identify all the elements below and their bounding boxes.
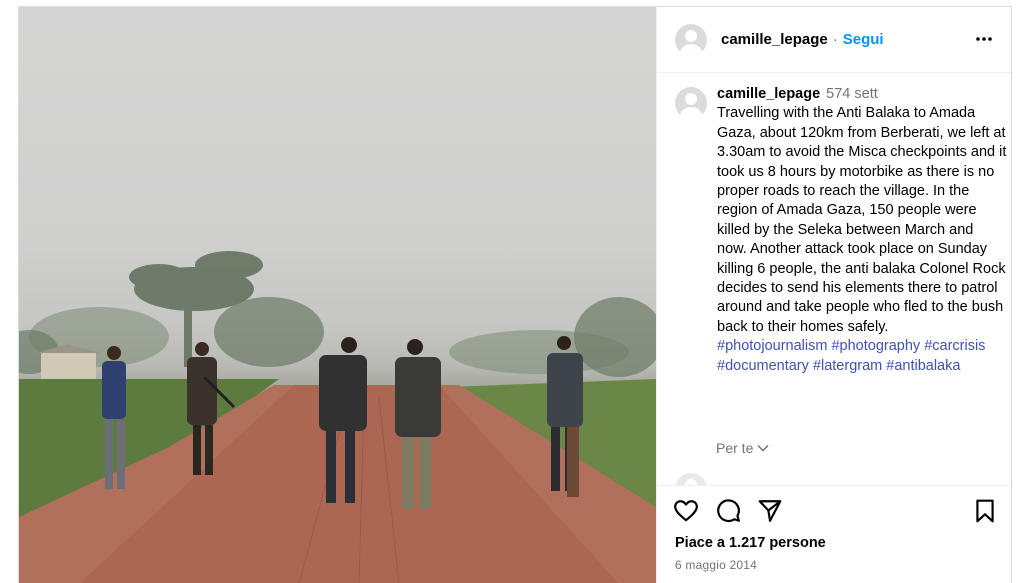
post-frame: camille_lepage · Segui camille_lepage 574… [18, 6, 1012, 583]
hashtag-link[interactable]: #carcrisis [924, 338, 985, 354]
more-horizontal-icon[interactable] [974, 29, 994, 49]
hashtag-link[interactable]: #latergram [813, 358, 882, 374]
person-5 [547, 336, 583, 497]
caption-text: Travelling with the Anti Balaka to Amada… [717, 105, 1007, 335]
avatar[interactable] [675, 23, 707, 56]
chevron-down-icon [757, 444, 769, 452]
header-separator: · [832, 31, 838, 48]
caption-hashtags: #photojournalism #photography #carcrisis… [717, 337, 1007, 376]
post-actions: Piace a 1.217 persone 6 maggio 2014 [657, 485, 1011, 583]
header-username[interactable]: camille_lepage [721, 31, 828, 48]
bookmark-icon[interactable] [972, 498, 998, 524]
hashtag-link[interactable]: #photojournalism [717, 338, 827, 354]
follow-button[interactable]: Segui [843, 31, 884, 48]
caption-timestamp[interactable]: 574 sett [826, 86, 878, 102]
caption-avatar[interactable] [675, 87, 707, 119]
comment-preview [675, 473, 1005, 485]
caption-body: camille_lepage 574 sett Travelling with t… [717, 85, 1007, 376]
hashtag-link[interactable]: #documentary [717, 358, 809, 374]
comment-avatar[interactable] [675, 473, 707, 485]
share-icon[interactable] [757, 498, 783, 524]
caption-username[interactable]: camille_lepage [717, 86, 820, 102]
hashtag-link[interactable]: #photography [831, 338, 920, 354]
hashtag-link[interactable]: #antibalaka [886, 358, 960, 374]
translation-label: Per te [716, 440, 754, 456]
comment-icon[interactable] [715, 498, 741, 524]
translation-toggle[interactable]: Per te [716, 440, 769, 456]
post-header: camille_lepage · Segui [657, 7, 1011, 73]
likes-count[interactable]: Piace a 1.217 persone [675, 535, 826, 551]
post-photo[interactable] [19, 7, 656, 583]
post-date[interactable]: 6 maggio 2014 [675, 558, 757, 572]
heart-icon[interactable] [673, 498, 699, 524]
photo-scene [19, 251, 656, 583]
post-side-panel: camille_lepage · Segui camille_lepage 574… [656, 7, 1011, 583]
